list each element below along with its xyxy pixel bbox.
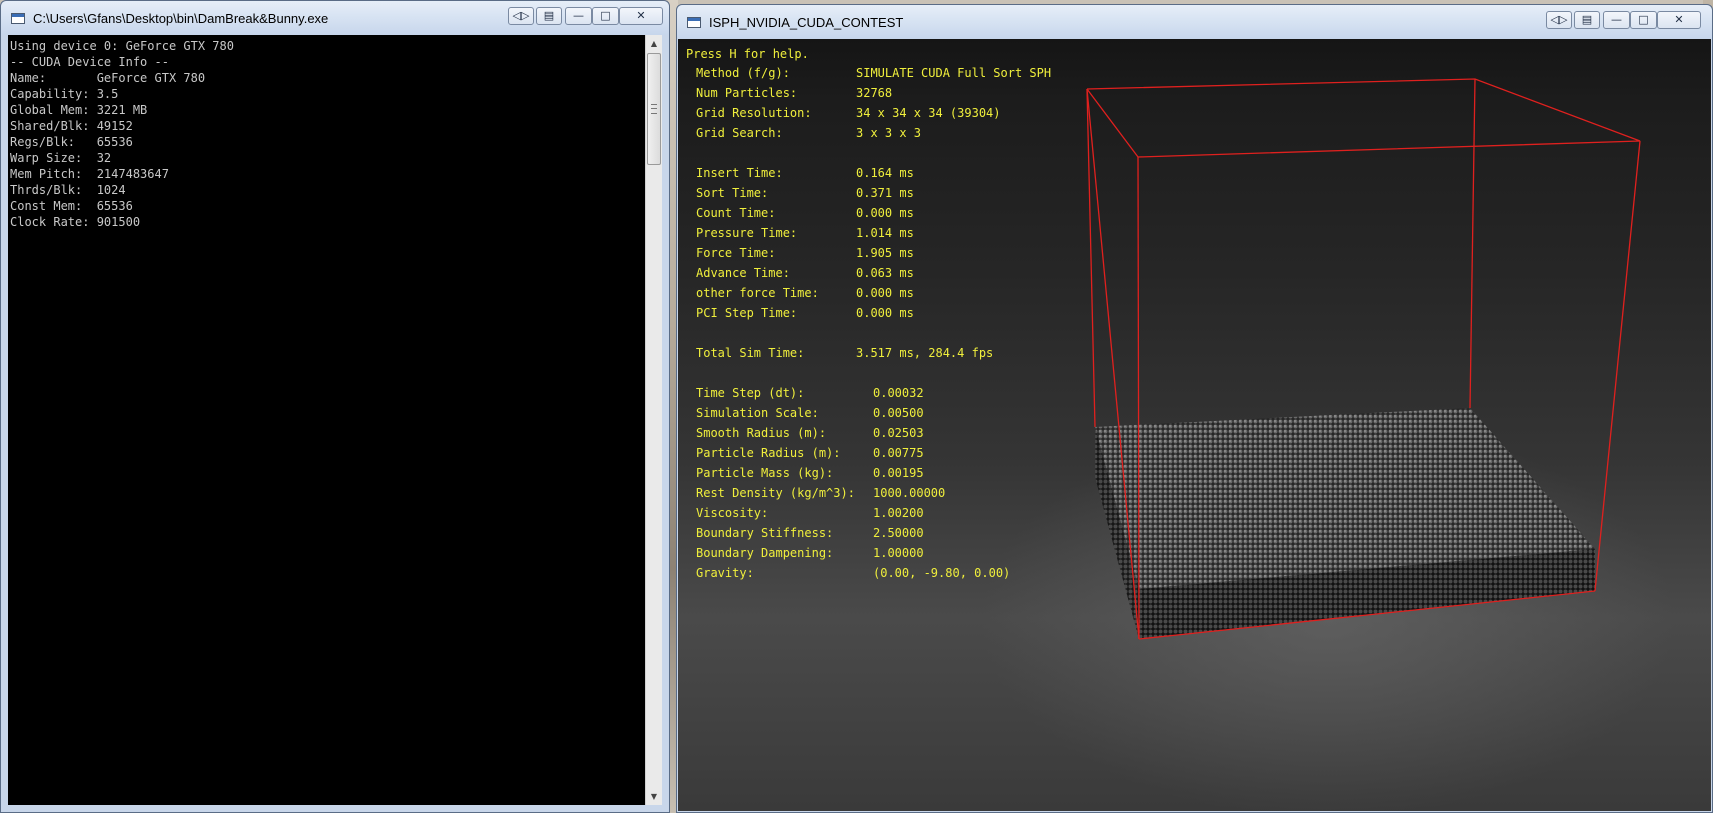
console-scrollbar[interactable]: ▲ ▼ [645,35,662,805]
console-line: Const Mem: 65536 [10,199,133,213]
stat-value: 2.50000 [873,526,924,540]
console-text: Using device 0: GeForce GTX 780 -- CUDA D… [10,38,234,230]
stat-value: 0.00775 [873,446,924,460]
stat-value: 0.164 ms [856,166,914,180]
stat-label: Force Time: [696,246,776,260]
stat-value: 0.063 ms [856,266,914,280]
console-window-title: C:\Users\Gfans\Desktop\bin\DamBreak&Bunn… [33,11,329,26]
stat-value: 0.00500 [873,406,924,420]
close-icon: ✕ [636,9,646,22]
close-icon: ✕ [1674,13,1684,26]
close-button[interactable]: ✕ [619,7,663,25]
maximize-button[interactable]: □ [592,7,619,25]
close-button[interactable]: ✕ [1657,11,1701,29]
stat-label: PCI Step Time: [696,306,798,320]
stat-value: (0.00, -9.80, 0.00) [873,566,1011,580]
stat-value: 0.00032 [873,386,924,400]
stat-label: Sort Time: [696,186,769,200]
stat-label: Insert Time: [696,166,783,180]
console-line: Global Mem: 3221 MB [10,103,148,117]
stat-label: Rest Density (kg/m^3): [696,486,855,500]
stat-label: Count Time: [696,206,776,220]
stat-label: Time Step (dt): [696,386,805,400]
sim-extra-button-1[interactable]: ◁▷ [1546,11,1572,29]
stat-value: 1000.00000 [873,486,946,500]
maximize-icon: □ [600,9,611,22]
scrollbar-thumb[interactable] [647,53,661,165]
stat-value: 1.00200 [873,506,924,520]
console-line: Name: GeForce GTX 780 [10,71,206,85]
console-line: Regs/Blk: 65536 [10,135,133,149]
scroll-down-icon[interactable]: ▼ [646,788,662,805]
stat-label: Method (f/g): [696,66,790,80]
stat-label: Boundary Stiffness: [696,526,834,540]
console-extra-button-1[interactable]: ◁▷ [508,7,534,25]
grip-icon [651,104,657,114]
minimize-icon: — [573,9,584,22]
scroll-up-icon[interactable]: ▲ [646,35,662,52]
help-text: Press H for help. [686,47,809,61]
console-line: Using device 0: GeForce GTX 780 [10,39,234,53]
stat-label: Particle Mass (kg): [696,466,834,480]
sim-content: Press H for help. Method (f/g): SIMULATE … [678,39,1711,811]
hud-overlay: Press H for help. Method (f/g): SIMULATE … [678,39,1051,580]
stat-label: Boundary Dampening: [696,546,834,560]
stat-value: 0.000 ms [856,286,914,300]
console-content: Using device 0: GeForce GTX 780 -- CUDA D… [8,35,662,805]
stat-value: 1.905 ms [856,246,914,260]
stat-value: 0.000 ms [856,206,914,220]
console-window[interactable]: C:\Users\Gfans\Desktop\bin\DamBreak&Bunn… [0,0,670,813]
stat-label: Grid Search: [696,126,783,140]
sim-window-title: ISPH_NVIDIA_CUDA_CONTEST [709,15,904,30]
stat-value: 34 x 34 x 34 (39304) [856,106,1001,120]
console-line: Shared/Blk: 49152 [10,119,133,133]
console-line: Thrds/Blk: 1024 [10,183,126,197]
stat-value: 0.02503 [873,426,924,440]
stat-label: Gravity: [696,566,754,580]
stat-value: 0.371 ms [856,186,914,200]
maximize-icon: □ [1638,13,1649,26]
console-line: Capability: 3.5 [10,87,119,101]
console-app-icon [11,13,25,24]
sim-window[interactable]: ISPH_NVIDIA_CUDA_CONTEST ◁▷ ▤ — □ ✕ Pres… [676,4,1713,813]
stat-value: 0.000 ms [856,306,914,320]
stat-value: 3 x 3 x 3 [856,126,922,140]
console-line: Mem Pitch: 2147483647 [10,167,169,181]
sim-titlebar[interactable]: ISPH_NVIDIA_CUDA_CONTEST ◁▷ ▤ — □ ✕ [677,5,1712,39]
stat-value: SIMULATE CUDA Full Sort SPH [856,66,1052,80]
stat-label: Smooth Radius (m): [696,426,827,440]
stat-label: Simulation Scale: [696,406,819,420]
console-line: Warp Size: 32 [10,151,112,165]
sim-viewport[interactable]: Press H for help. Method (f/g): SIMULATE … [678,39,1711,811]
sim-app-icon [687,17,701,28]
minimize-icon: — [1611,13,1622,26]
console-line: Clock Rate: 901500 [10,215,141,229]
stat-value: 0.00195 [873,466,924,480]
minimize-button[interactable]: — [565,7,592,25]
sim-extra-button-2[interactable]: ▤ [1574,11,1600,29]
stat-label: Viscosity: [696,506,769,520]
stat-label: other force Time: [696,286,819,300]
stat-label: Particle Radius (m): [696,446,841,460]
console-output[interactable]: Using device 0: GeForce GTX 780 -- CUDA D… [8,35,645,805]
console-extra-button-2[interactable]: ▤ [536,7,562,25]
stat-value: 3.517 ms, 284.4 fps [856,346,994,360]
console-line: -- CUDA Device Info -- [10,55,169,69]
stat-label: Advance Time: [696,266,790,280]
stat-label: Num Particles: [696,86,798,100]
minimize-button[interactable]: — [1603,11,1630,29]
stat-value: 32768 [856,86,893,100]
particle-scene [1086,78,1641,640]
stat-label: Pressure Time: [696,226,798,240]
console-titlebar[interactable]: C:\Users\Gfans\Desktop\bin\DamBreak&Bunn… [1,1,669,35]
stat-value: 1.00000 [873,546,924,560]
stat-label: Total Sim Time: [696,346,805,360]
stat-value: 1.014 ms [856,226,914,240]
maximize-button[interactable]: □ [1630,11,1657,29]
stat-label: Grid Resolution: [696,106,812,120]
